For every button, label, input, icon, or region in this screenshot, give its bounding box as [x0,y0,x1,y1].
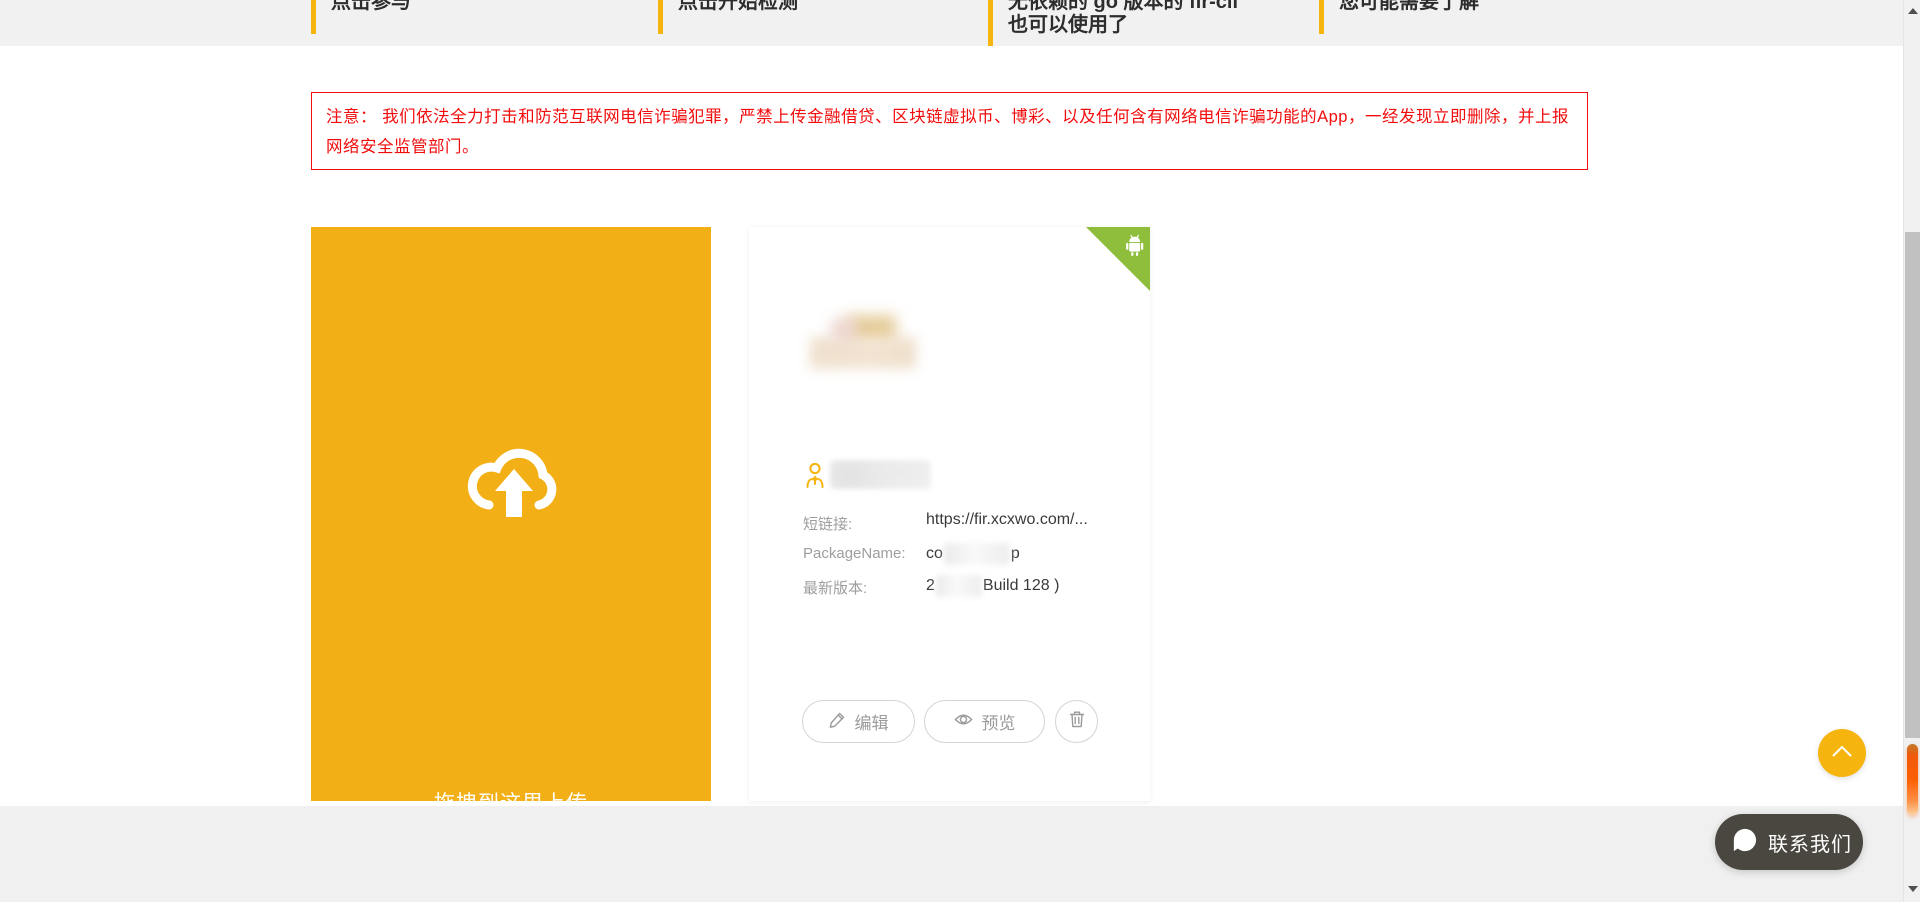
chat-bubble-icon [1732,827,1758,858]
strip-item-4[interactable]: 您可能需要了解 [1319,0,1639,34]
eye-icon [954,712,973,732]
edit-button-label: 编辑 [855,709,889,734]
field-label: 短链接: [803,513,852,534]
strip-item-1[interactable]: 点击参与 [311,0,631,34]
preview-button[interactable]: 预览 [924,700,1045,743]
field-package-name: PackageName: co p [803,545,1133,569]
strip-item-label: 点击开始检测 [678,0,978,14]
field-value-text: p [1011,545,1020,562]
scrollbar[interactable] [1903,0,1920,902]
app-card[interactable]: 短链接: https://fir.xcxwo.com/... PackageNa… [749,227,1150,801]
strip-item-label: 您可能需要了解 [1339,0,1639,14]
field-value-text: https://fir.xcxwo.com/... [926,511,1088,528]
scroll-progress-indicator [1907,744,1918,815]
field-value-text: 2 [926,577,935,594]
android-icon [1124,234,1145,262]
strip-item-label: 点击参与 [331,0,631,14]
delete-button[interactable] [1055,700,1098,743]
scrollbar-up-arrow-icon[interactable] [1908,8,1918,14]
scrollbar-thumb[interactable] [1905,232,1920,738]
strip-item-2[interactable]: 点击开始检测 [658,0,978,34]
package-name-value: co p [926,543,1020,565]
contact-us-button[interactable]: 联系我们 [1715,814,1863,870]
app-name-redacted [830,460,931,489]
fraud-warning-text: 注意： 我们依法全力打击和防范互联网电信诈骗犯罪，严禁上传金融借贷、区块链虚拟币… [326,108,1569,156]
short-link-value[interactable]: https://fir.xcxwo.com/... [926,511,1088,529]
edit-button[interactable]: 编辑 [802,700,915,743]
contact-us-label: 联系我们 [1768,828,1852,857]
footer-strip [0,806,1903,902]
chevron-up-icon [1830,744,1854,763]
field-label: 最新版本: [803,577,867,598]
strip-item-label: 无依赖的 go 版本的 fir-cli 也可以使用了 [1008,0,1308,37]
upload-dropzone[interactable]: 拖拽到这里上传 [311,227,711,801]
back-to-top-button[interactable] [1818,729,1866,777]
strip-item-3[interactable]: 无依赖的 go 版本的 fir-cli 也可以使用了 [988,0,1308,46]
cloud-upload-icon [459,439,567,531]
trash-icon [1069,710,1085,733]
field-value-text: Build 128 ) [983,577,1060,594]
redacted-patch [944,543,1010,565]
scrollbar-down-arrow-icon[interactable] [1908,886,1918,892]
pencil-icon [829,711,846,733]
field-latest-version: 最新版本: 2 Build 128 ) [803,577,1133,601]
field-short-link: 短链接: https://fir.xcxwo.com/... [803,513,1133,537]
page: 点击参与 点击开始检测 无依赖的 go 版本的 fir-cli 也可以使用了 您… [0,0,1920,902]
app-logo-redacted [808,313,918,371]
top-strip: 点击参与 点击开始检测 无依赖的 go 版本的 fir-cli 也可以使用了 您… [0,0,1903,46]
fraud-warning-banner: 注意： 我们依法全力打击和防范互联网电信诈骗犯罪，严禁上传金融借贷、区块链虚拟币… [311,92,1588,170]
redacted-patch [936,575,982,597]
preview-button-label: 预览 [982,709,1016,734]
version-value: 2 Build 128 ) [926,575,1059,597]
field-label: PackageName: [803,545,906,562]
person-icon [804,462,826,494]
field-value-text: co [926,545,943,562]
